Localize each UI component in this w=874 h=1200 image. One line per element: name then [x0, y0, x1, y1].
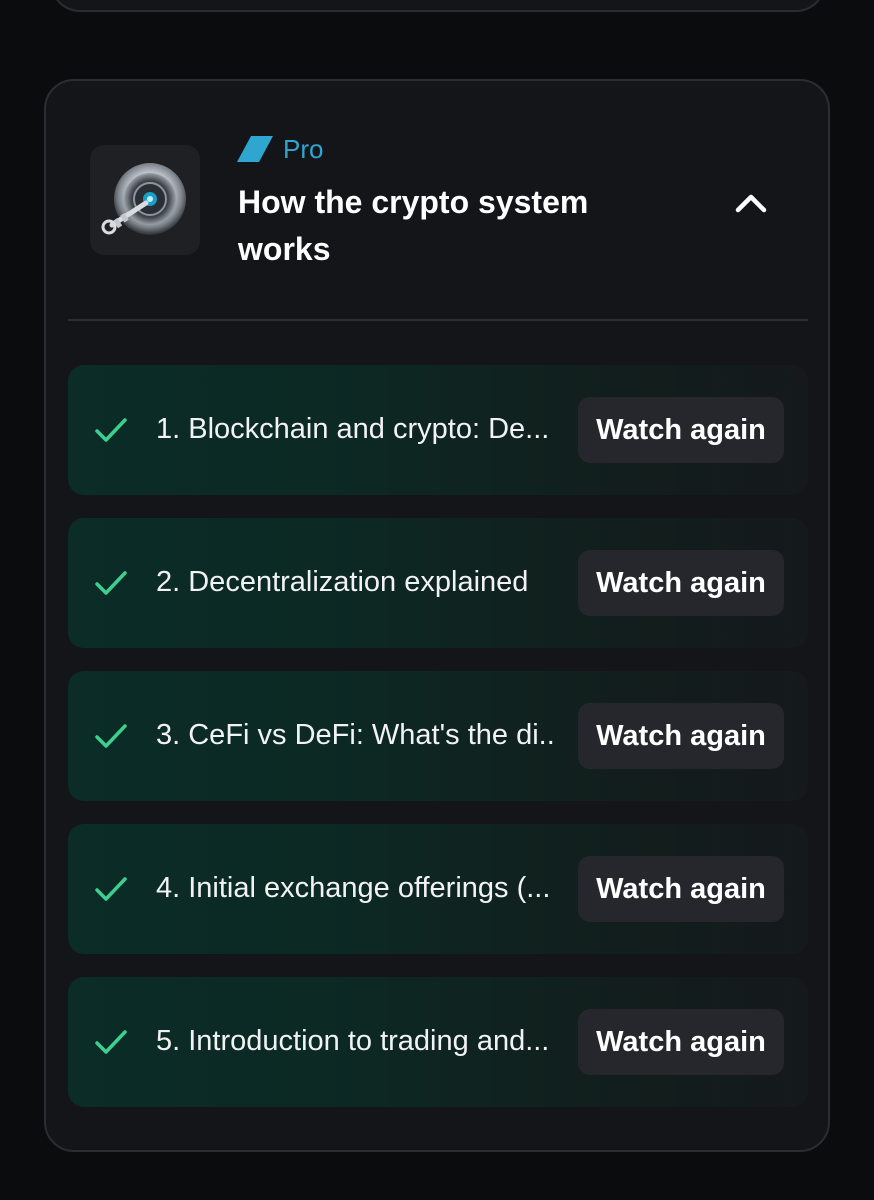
checkmark-icon [95, 877, 127, 901]
watch-again-button[interactable]: Watch again [578, 550, 784, 616]
crypto-key-lock-icon [101, 163, 186, 235]
course-card: Pro How the crypto system works 1. Block… [44, 79, 830, 1152]
pro-label: Pro [283, 133, 324, 164]
lesson-row[interactable]: 2. Decentralization explained Watch agai… [68, 518, 808, 648]
header-divider [68, 319, 808, 321]
lesson-row[interactable]: 5. Introduction to trading and... Watch … [68, 977, 808, 1107]
lesson-title: 5. Introduction to trading and... [156, 1025, 550, 1057]
checkmark-icon [95, 418, 127, 442]
previous-card-edge [50, 0, 826, 12]
lesson-title: 1. Blockchain and crypto: De... [156, 413, 550, 445]
watch-again-button[interactable]: Watch again [578, 856, 784, 922]
lesson-title: 4. Initial exchange offerings (... [156, 872, 551, 904]
lesson-row[interactable]: 4. Initial exchange offerings (... Watch… [68, 824, 808, 954]
watch-again-button[interactable]: Watch again [578, 397, 784, 463]
checkmark-icon [95, 1030, 127, 1054]
pro-badge: Pro [237, 133, 323, 165]
watch-again-button[interactable]: Watch again [578, 1009, 784, 1075]
course-title: How the crypto system works [238, 184, 589, 267]
collapse-toggle-button[interactable] [726, 181, 776, 225]
checkmark-icon [95, 571, 127, 595]
lesson-title: 2. Decentralization explained [156, 566, 529, 598]
checkmark-icon [95, 724, 127, 748]
course-thumbnail [90, 145, 200, 255]
lesson-title: 3. CeFi vs DeFi: What's the di... [156, 719, 556, 751]
lesson-row[interactable]: 1. Blockchain and crypto: De... Watch ag… [68, 365, 808, 495]
pro-stripe-icon [237, 136, 273, 162]
lesson-row[interactable]: 3. CeFi vs DeFi: What's the di... Watch … [68, 671, 808, 801]
course-header[interactable]: Pro How the crypto system works [46, 81, 828, 321]
watch-again-button[interactable]: Watch again [578, 703, 784, 769]
lesson-list: 1. Blockchain and crypto: De... Watch ag… [68, 365, 808, 1130]
chevron-up-icon [735, 194, 767, 213]
